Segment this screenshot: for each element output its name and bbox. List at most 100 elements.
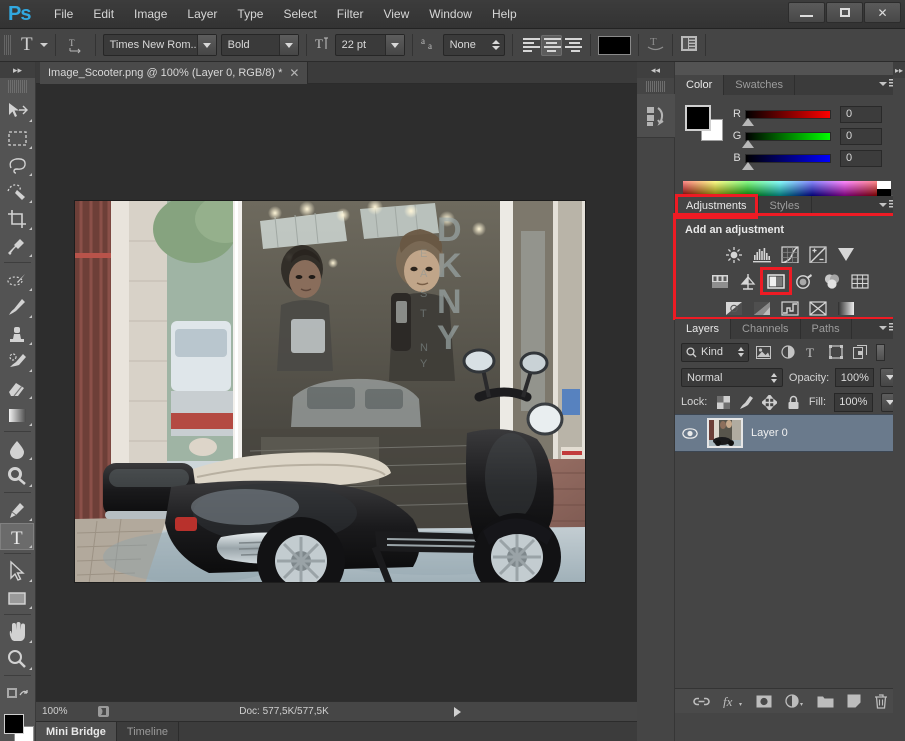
bottom-tab-mini-bridge[interactable]: Mini Bridge (36, 721, 117, 741)
lock-all-icon[interactable] (786, 394, 801, 410)
font-size-select[interactable]: 22 pt (334, 34, 405, 56)
tab-paths[interactable]: Paths (800, 319, 852, 339)
type-tool[interactable]: T (0, 523, 34, 550)
menu-item-edit[interactable]: Edit (83, 0, 124, 29)
threshold-icon[interactable] (776, 296, 804, 320)
anti-aliasing-stepper-icon[interactable] (488, 35, 504, 55)
channel-slider-thumb[interactable] (742, 161, 754, 170)
quick-mask-button[interactable] (0, 679, 34, 706)
crop-tool[interactable] (0, 205, 34, 232)
history-brush-tool[interactable] (0, 347, 34, 374)
posterize-icon[interactable] (748, 296, 776, 320)
anti-aliasing-select[interactable]: None (442, 34, 505, 56)
pen-tool[interactable] (0, 496, 34, 523)
fill-value[interactable]: 100% (834, 392, 873, 412)
tab-styles[interactable]: Styles (758, 196, 812, 216)
channel-slider-thumb[interactable] (742, 117, 754, 126)
align-left-button[interactable] (520, 35, 541, 56)
warp-text-icon[interactable]: T (646, 34, 665, 56)
blur-tool[interactable] (0, 435, 34, 462)
type-filter-icon[interactable]: T (802, 343, 821, 362)
lock-image-icon[interactable] (739, 394, 754, 410)
dodge-tool[interactable] (0, 462, 34, 489)
shape-filter-icon[interactable] (826, 343, 845, 362)
dock-grip[interactable] (645, 81, 666, 92)
channel-value-b[interactable]: 0 (840, 149, 882, 167)
levels-icon[interactable] (748, 242, 776, 266)
clone-stamp-tool[interactable] (0, 320, 34, 347)
quick-selection-tool[interactable] (0, 178, 34, 205)
delete-layer-icon[interactable] (874, 693, 888, 709)
selective-color-icon[interactable] (804, 296, 832, 320)
curves-icon[interactable] (776, 242, 804, 266)
font-family-select[interactable]: Times New Rom... (102, 34, 217, 56)
color-spectrum-ramp[interactable] (683, 181, 891, 196)
channel-slider-thumb[interactable] (742, 139, 754, 148)
color-panel-foreground-swatch[interactable] (685, 105, 711, 131)
layer-mask-icon[interactable] (756, 695, 772, 708)
brightness-contrast-icon[interactable] (720, 242, 748, 266)
lock-transparent-icon[interactable] (715, 394, 730, 410)
tab-channels[interactable]: Channels (731, 319, 801, 339)
text-orientation-icon[interactable]: T (63, 34, 88, 56)
lasso-tool[interactable] (0, 151, 34, 178)
layer-visibility-icon[interactable] (681, 427, 699, 439)
history-actions-icon[interactable] (637, 94, 675, 138)
new-group-icon[interactable] (817, 695, 834, 708)
document-close-icon[interactable]: ✕ (289, 67, 299, 79)
tab-layers[interactable]: Layers (675, 319, 732, 339)
smartobject-filter-icon[interactable] (850, 343, 869, 362)
hand-tool[interactable] (0, 618, 34, 645)
channel-slider-g[interactable] (742, 131, 831, 148)
link-layers-icon[interactable] (692, 695, 710, 708)
hue-saturation-icon[interactable] (706, 269, 734, 293)
gradient-map-icon[interactable] (832, 296, 860, 320)
adjustment-filter-icon[interactable] (778, 343, 797, 362)
canvas-area[interactable]: DK NY EAST NY (36, 84, 637, 701)
options-bar-grip[interactable] (4, 35, 12, 55)
character-panel-icon[interactable] (680, 35, 698, 55)
right-dock-collapse-button[interactable]: ▸▸ (893, 62, 905, 78)
maximize-button[interactable] (826, 2, 863, 23)
eraser-tool[interactable] (0, 374, 34, 401)
channel-slider-b[interactable] (742, 153, 831, 170)
blend-mode-select[interactable]: Normal (681, 368, 783, 387)
layer-thumbnail[interactable] (707, 418, 743, 448)
color-panel-swatches[interactable] (685, 105, 723, 141)
layer-filter-stepper-icon[interactable] (738, 347, 744, 357)
eyedropper-tool[interactable] (0, 232, 34, 259)
exposure-icon[interactable] (804, 242, 832, 266)
minimize-button[interactable] (788, 2, 825, 23)
tool-preset-chevron-icon[interactable] (39, 43, 48, 47)
menu-item-file[interactable]: File (44, 0, 83, 29)
zoom-tool[interactable] (0, 645, 34, 672)
menu-item-image[interactable]: Image (124, 0, 177, 29)
status-expand-icon[interactable] (454, 706, 461, 717)
font-size-chevron-icon[interactable] (384, 35, 404, 55)
align-center-button[interactable] (540, 34, 562, 56)
gradient-tool[interactable] (0, 401, 34, 428)
menu-item-window[interactable]: Window (419, 0, 482, 29)
zoom-level[interactable]: 100% (36, 706, 92, 717)
active-tool-icon[interactable]: T (18, 34, 36, 56)
layer-filter-kind-select[interactable]: Kind (681, 342, 749, 362)
move-tool[interactable] (0, 97, 34, 124)
new-layer-icon[interactable] (847, 694, 861, 708)
font-style-chevron-icon[interactable] (278, 35, 298, 55)
align-right-button[interactable] (562, 35, 583, 56)
blend-mode-stepper-icon[interactable] (770, 372, 777, 383)
healing-brush-tool[interactable] (0, 266, 34, 293)
font-style-select[interactable]: Bold (220, 34, 299, 56)
font-family-chevron-icon[interactable] (196, 35, 216, 55)
tab-swatches[interactable]: Swatches (724, 75, 795, 95)
menu-item-layer[interactable]: Layer (177, 0, 227, 29)
document-tab[interactable]: Image_Scooter.png @ 100% (Layer 0, RGB/8… (40, 62, 309, 84)
invert-icon[interactable] (720, 296, 748, 320)
brush-tool[interactable] (0, 293, 34, 320)
pixel-filter-icon[interactable] (754, 343, 773, 362)
filter-enable-toggle[interactable] (876, 343, 885, 361)
vibrance-icon[interactable] (832, 242, 860, 266)
new-adjustment-icon[interactable] (784, 694, 804, 708)
channel-slider-r[interactable] (742, 109, 831, 126)
toolbar-grip[interactable] (7, 80, 28, 93)
